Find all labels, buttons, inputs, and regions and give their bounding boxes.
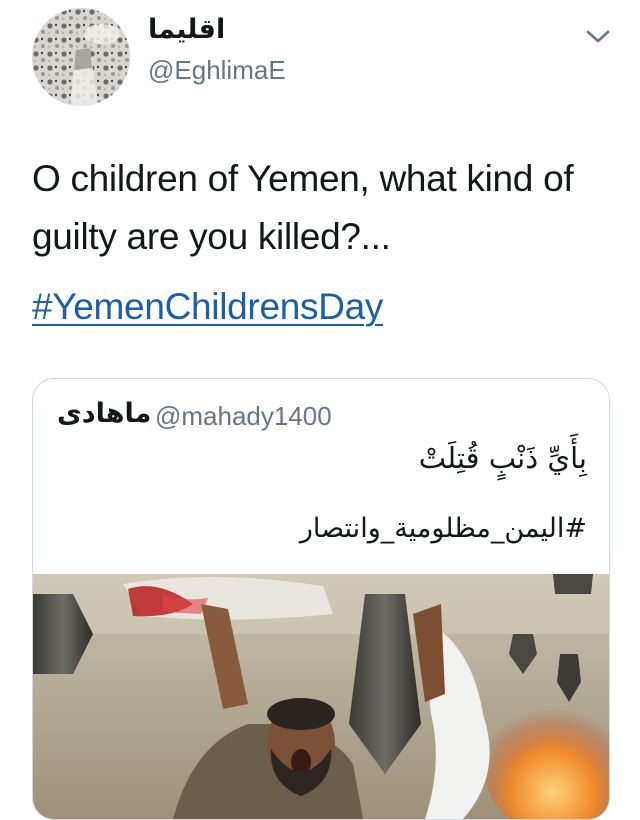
quoted-user-handle: @mahady1400 (155, 401, 332, 431)
quoted-display-name: ماهادى (57, 398, 152, 429)
user-handle[interactable]: @EghlimaE (148, 55, 286, 86)
quoted-media-image[interactable] (33, 574, 609, 819)
avatar-image (32, 8, 130, 106)
avatar[interactable] (32, 8, 130, 106)
display-name[interactable]: اقليما (148, 14, 225, 45)
quoted-tweet-card[interactable]: ماهادى @mahady1400 بِأَيِّ ذَنْبٍ قُتِلَ… (32, 378, 610, 820)
quoted-tweet-text: بِأَيِّ ذَنْبٍ قُتِلَتْ (418, 441, 587, 475)
chevron-down-icon[interactable] (583, 25, 613, 47)
quoted-hashtag-link[interactable]: #اليمن_مظلومية_وانتصار (300, 513, 587, 544)
media-photo (33, 574, 609, 819)
hashtag-link[interactable]: #YemenChildrensDay (32, 286, 383, 328)
tweet-text: O children of Yemen, what kind of guilty… (32, 158, 574, 257)
